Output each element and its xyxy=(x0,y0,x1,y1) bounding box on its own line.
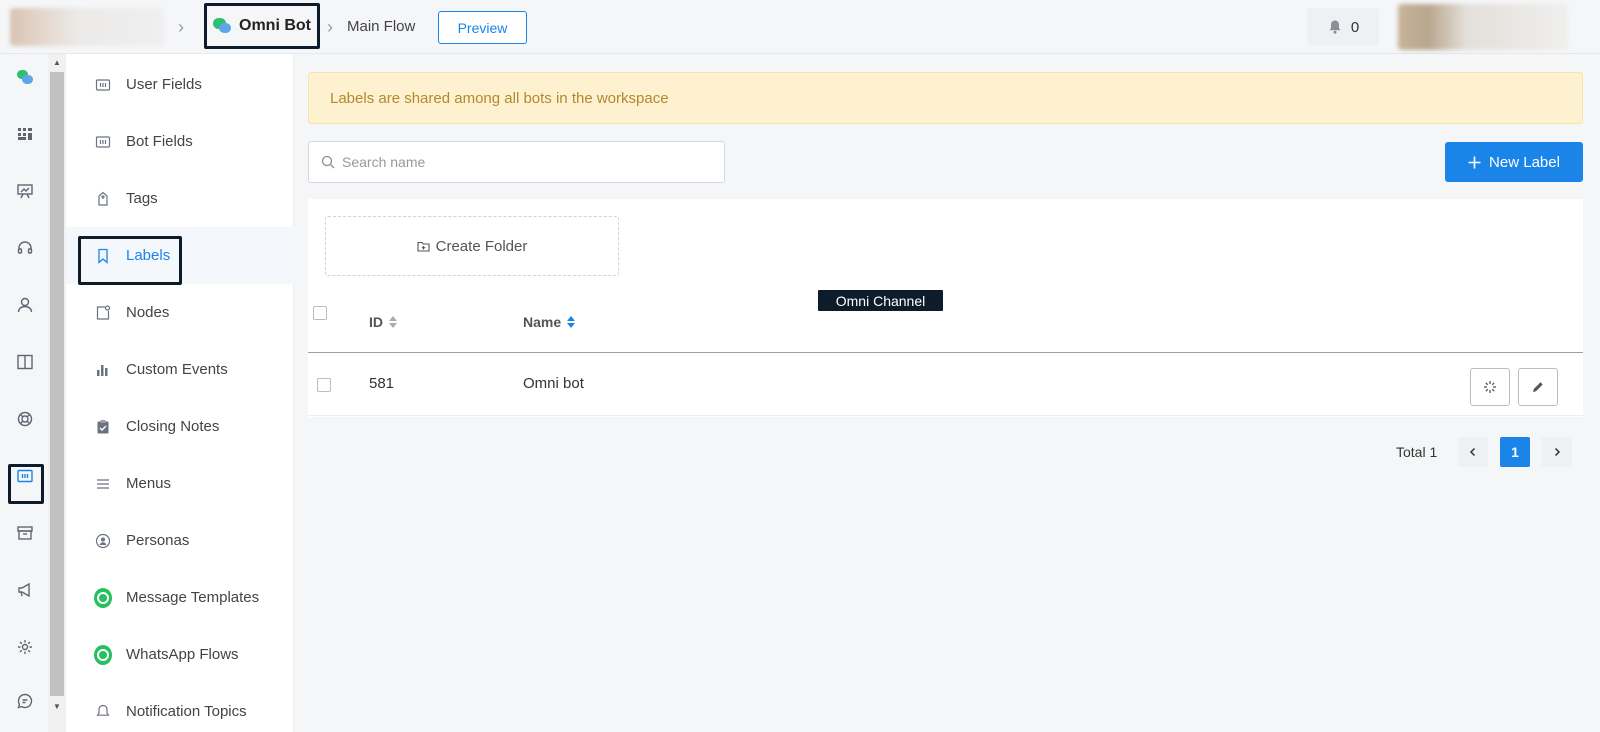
breadcrumb-bot[interactable]: Omni Bot xyxy=(204,3,320,49)
menu-item-label: Tags xyxy=(126,190,158,207)
rail-megaphone-icon[interactable] xyxy=(14,579,36,601)
page-button[interactable]: 1 xyxy=(1500,437,1530,467)
notifications-button[interactable]: 0 xyxy=(1307,8,1379,46)
prev-page-button[interactable] xyxy=(1458,437,1488,467)
chevron-left-icon xyxy=(1469,447,1476,457)
column-header-id[interactable]: ID xyxy=(369,314,397,330)
table-row[interactable]: 581 Omni bot xyxy=(308,353,1583,416)
folder-plus-icon xyxy=(417,241,430,252)
rail-feedback-icon[interactable] xyxy=(14,690,36,712)
breadcrumb-separator-icon: › xyxy=(327,17,333,37)
tag-icon xyxy=(94,190,112,208)
menu-item-label: Notification Topics xyxy=(126,703,247,720)
menu-item-tags[interactable]: Tags xyxy=(66,170,294,227)
bot-name: Omni Bot xyxy=(239,17,311,34)
top-bar: › Omni Bot › Main Flow Preview 0 xyxy=(0,0,1600,54)
menu-item-custom-events[interactable]: Custom Events xyxy=(66,341,294,398)
menu-item-closing-notes[interactable]: Closing Notes xyxy=(66,398,294,455)
menu-item-label: Bot Fields xyxy=(126,133,193,150)
whatsapp-icon xyxy=(94,644,112,665)
chat-bubbles-icon xyxy=(213,17,231,35)
bell-icon xyxy=(1329,20,1341,34)
menu-item-label: Message Templates xyxy=(126,589,260,606)
icon-rail xyxy=(0,54,48,732)
scroll-down-icon[interactable]: ▼ xyxy=(53,702,61,711)
menu-item-whatsapp-flows[interactable]: WhatsApp Flows xyxy=(66,626,294,683)
rail-layout-icon[interactable] xyxy=(14,351,36,373)
search-input[interactable] xyxy=(342,154,702,170)
new-label-text: New Label xyxy=(1489,153,1560,171)
plus-icon xyxy=(1468,156,1481,168)
menu-icon xyxy=(94,475,112,493)
bar-chart-icon xyxy=(94,361,112,379)
node-icon xyxy=(94,304,112,322)
bell-icon xyxy=(94,703,112,721)
menu-item-label: Closing Notes xyxy=(126,418,220,435)
menu-item-personas[interactable]: Personas xyxy=(66,512,294,569)
field-icon xyxy=(94,133,112,151)
edit-button[interactable] xyxy=(1518,368,1558,406)
menu-item-label: Nodes xyxy=(126,304,170,321)
rail-user-icon[interactable] xyxy=(14,294,36,316)
new-label-button[interactable]: New Label xyxy=(1445,142,1583,182)
column-header-name[interactable]: Name xyxy=(523,314,576,330)
sort-icon[interactable] xyxy=(389,316,397,328)
labels-panel: Create Folder ID Name 581 Omni bot xyxy=(308,199,1583,417)
pencil-icon xyxy=(1533,382,1543,392)
menu-item-notification-topics[interactable]: Notification Topics xyxy=(66,683,294,732)
breadcrumb-separator-icon: › xyxy=(178,17,184,37)
search-box[interactable] xyxy=(308,141,725,183)
workspace-selector[interactable] xyxy=(10,8,164,46)
menu-item-nodes[interactable]: Nodes xyxy=(66,284,294,341)
search-icon xyxy=(321,155,335,169)
pagination-total: Total 1 xyxy=(1396,444,1438,460)
clipboard-icon xyxy=(94,418,112,436)
row-name: Omni bot xyxy=(523,375,584,392)
create-folder-button[interactable]: Create Folder xyxy=(325,216,619,276)
menu-item-label: Custom Events xyxy=(126,361,228,378)
labels-highlight xyxy=(78,236,182,285)
chevron-right-icon xyxy=(1554,447,1561,457)
whatsapp-icon xyxy=(94,587,112,608)
rail-presentation-icon[interactable] xyxy=(14,180,36,202)
field-icon xyxy=(94,76,112,94)
select-all-checkbox[interactable] xyxy=(313,306,327,320)
notification-count: 0 xyxy=(1350,18,1360,36)
settings-menu: User Fields Bot Fields Tags Labels Nodes… xyxy=(66,54,294,732)
table-header: ID Name xyxy=(308,290,1583,353)
menu-item-label: WhatsApp Flows xyxy=(126,646,239,663)
menu-item-label: Menus xyxy=(126,475,172,492)
next-page-button[interactable] xyxy=(1542,437,1572,467)
rail-support-icon[interactable] xyxy=(14,408,36,430)
menu-item-menus[interactable]: Menus xyxy=(66,455,294,512)
breadcrumb-flow[interactable]: Main Flow xyxy=(347,18,415,35)
scroll-up-icon[interactable]: ▲ xyxy=(53,58,61,67)
menu-item-user-fields[interactable]: User Fields xyxy=(66,56,294,113)
rail-active-highlight xyxy=(8,464,44,504)
rail-settings-icon[interactable] xyxy=(14,636,36,658)
row-checkbox[interactable] xyxy=(317,378,331,392)
menu-item-label: Personas xyxy=(126,532,190,549)
rail-scrollbar-thumb[interactable] xyxy=(50,72,64,696)
spinner-icon xyxy=(1484,381,1496,393)
sort-icon[interactable] xyxy=(567,316,576,328)
rail-dashboard-icon[interactable] xyxy=(14,123,36,145)
menu-item-bot-fields[interactable]: Bot Fields xyxy=(66,113,294,170)
row-id: 581 xyxy=(369,375,395,392)
column-name-label: Name xyxy=(523,314,562,330)
user-menu[interactable] xyxy=(1398,4,1568,50)
rail-headset-icon[interactable] xyxy=(14,237,36,259)
create-folder-label: Create Folder xyxy=(435,237,528,255)
rail-archive-icon[interactable] xyxy=(14,522,36,544)
shared-labels-notice: Labels are shared among all bots in the … xyxy=(308,72,1583,124)
preview-button[interactable]: Preview xyxy=(438,11,527,44)
tooltip: Omni Channel xyxy=(818,290,943,311)
column-id-label: ID xyxy=(369,314,383,330)
loading-action-button[interactable] xyxy=(1470,368,1510,406)
rail-chat-icon[interactable] xyxy=(14,66,36,88)
menu-item-message-templates[interactable]: Message Templates xyxy=(66,569,294,626)
menu-item-label: User Fields xyxy=(126,76,202,93)
persona-icon xyxy=(94,532,112,550)
